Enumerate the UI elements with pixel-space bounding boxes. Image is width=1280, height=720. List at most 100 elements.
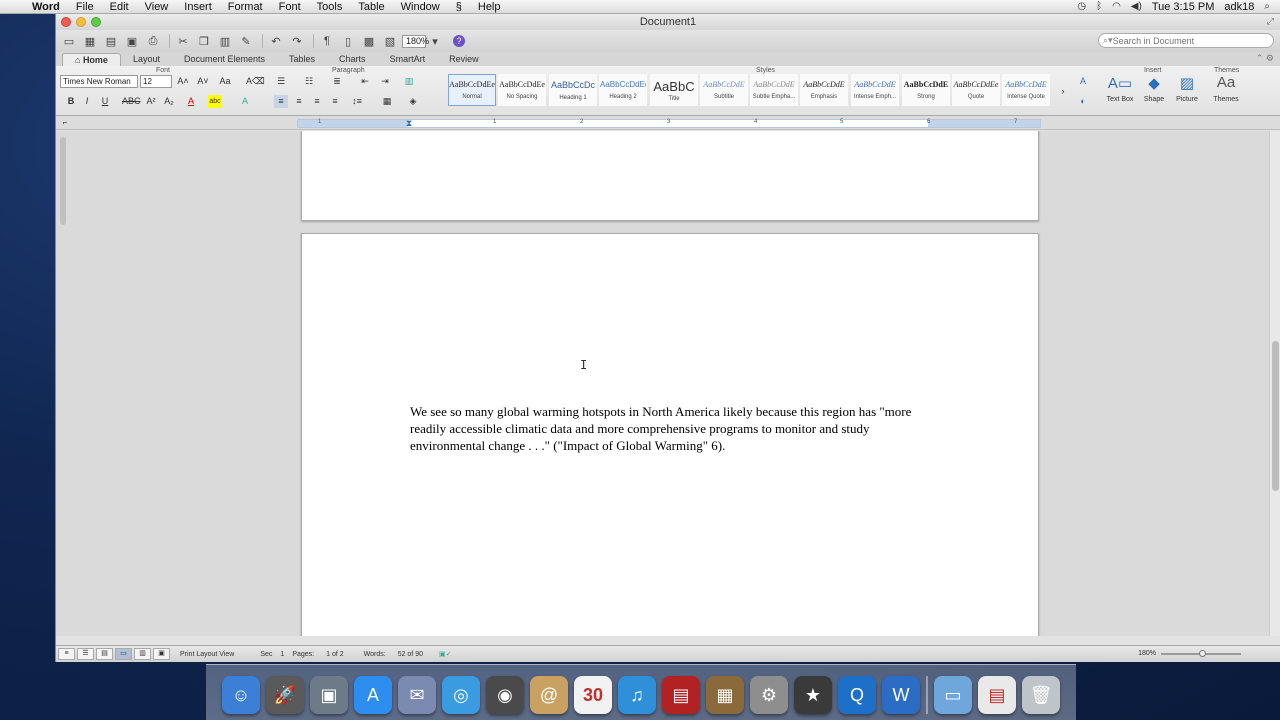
menu-window[interactable]: Window — [393, 1, 448, 13]
bullets-icon[interactable]: ☰ — [274, 75, 288, 88]
print-icon[interactable]: ⎙ — [144, 33, 162, 49]
media-browser-icon[interactable]: ▩ — [360, 33, 378, 49]
style-intense-quote[interactable]: AaBbCcDdE Intense Quote — [1002, 74, 1050, 106]
tab-layout[interactable]: Layout — [121, 53, 172, 66]
menu-view[interactable]: View — [137, 1, 177, 13]
format-painter-icon[interactable]: ✎ — [237, 33, 255, 49]
help-icon[interactable]: ? — [453, 35, 465, 47]
style-intense-emphasis[interactable]: AaBbCcDdE Intense Emph... — [851, 74, 899, 106]
align-right-icon[interactable]: ≡ — [310, 95, 324, 108]
horizontal-ruler[interactable]: 1 ⧗ 1 2 3 4 5 6 7 — [297, 117, 1041, 130]
align-left-icon[interactable]: ≡ — [274, 95, 288, 108]
template-gallery-icon[interactable]: ▦ — [81, 33, 99, 49]
vertical-scrollbar[interactable] — [1269, 131, 1280, 636]
superscript-icon[interactable]: A² — [144, 95, 158, 108]
columns-icon[interactable]: ▥ — [402, 75, 416, 88]
page-1[interactable] — [301, 131, 1039, 221]
align-center-icon[interactable]: ≡ — [292, 95, 306, 108]
tab-home[interactable]: ⌂ Home — [62, 53, 121, 66]
paste-icon[interactable]: ▥ — [216, 33, 234, 49]
fullscreen-icon[interactable]: ⤢ — [1267, 16, 1274, 27]
font-size-select[interactable]: 12 — [140, 75, 172, 88]
undo-icon[interactable]: ↶ — [267, 33, 285, 49]
strikethrough-icon[interactable]: ABC — [122, 95, 141, 108]
publishing-view-button[interactable]: ▤ — [96, 648, 113, 660]
sidebar-icon[interactable]: ▯ — [339, 33, 357, 49]
numbering-icon[interactable]: ☷ — [302, 75, 316, 88]
notebook-view-button[interactable]: ▥ — [134, 648, 151, 660]
menu-help[interactable]: Help — [470, 1, 509, 13]
themes-button[interactable]: Aa Themes — [1206, 74, 1246, 103]
tab-document-elements[interactable]: Document Elements — [172, 53, 277, 66]
preview-icon[interactable]: ▣ — [310, 676, 348, 714]
style-subtle-emphasis[interactable]: AaBbCcDdE Subtle Empha... — [750, 74, 798, 106]
page-2[interactable]: We see so many global warming hotspots i… — [301, 233, 1039, 636]
quicktime-icon[interactable]: Q — [838, 676, 876, 714]
outline-view-button[interactable]: ☰ — [77, 648, 94, 660]
tab-smartart[interactable]: SmartArt — [378, 53, 438, 66]
borders-icon[interactable]: ▦ — [380, 95, 394, 108]
style-emphasis[interactable]: AaBbCcDdE Emphasis — [800, 74, 848, 106]
tab-review[interactable]: Review — [437, 53, 491, 66]
tab-charts[interactable]: Charts — [327, 53, 378, 66]
style-strong[interactable]: AaBbCcDdE Strong — [902, 74, 950, 106]
app-menu[interactable]: Word — [26, 1, 68, 13]
picture-button[interactable]: ▨ Picture — [1167, 74, 1207, 103]
safari-icon[interactable]: ◎ — [442, 676, 480, 714]
shrink-font-icon[interactable]: A˅ — [196, 75, 210, 88]
style-no-spacing[interactable]: AaBbCcDdEe No Spacing — [498, 74, 546, 106]
toolbox-icon[interactable]: ▧ — [381, 33, 399, 49]
menu-file[interactable]: File — [68, 1, 102, 13]
show-paragraph-marks-icon[interactable]: ¶ — [318, 33, 336, 49]
spelling-check-icon[interactable]: ▣✓ — [439, 650, 451, 658]
word-icon[interactable]: W — [882, 676, 920, 714]
manage-styles-icon[interactable]: ◐ — [1076, 95, 1090, 108]
photo-booth-icon[interactable]: ▤ — [662, 676, 700, 714]
bold-icon[interactable]: B — [64, 95, 78, 108]
menu-table[interactable]: Table — [350, 1, 392, 13]
system-preferences-icon[interactable]: ⚙ — [750, 676, 788, 714]
print-layout-view-button[interactable]: ▭ — [115, 648, 132, 660]
shading-icon[interactable]: ◈ — [406, 95, 420, 108]
copy-icon[interactable]: ❐ — [195, 33, 213, 49]
justify-icon[interactable]: ≡ — [328, 95, 342, 108]
iphoto-icon[interactable]: ▦ — [706, 676, 744, 714]
chevron-down-icon[interactable]: ▾ — [426, 33, 444, 49]
bluetooth-icon[interactable]: ᛒ — [1096, 1, 1102, 12]
tab-tables[interactable]: Tables — [277, 53, 327, 66]
search-input[interactable] — [1112, 35, 1263, 46]
styles-pane-icon[interactable]: A — [1076, 75, 1090, 88]
redo-icon[interactable]: ↷ — [288, 33, 306, 49]
subscript-icon[interactable]: A₂ — [162, 95, 176, 108]
indent-marker-icon[interactable]: ⧗ — [402, 117, 416, 130]
highlight-icon[interactable]: abc — [208, 95, 222, 108]
draft-view-button[interactable]: ≡ — [58, 648, 75, 660]
style-subtitle[interactable]: AaBbCcDdE Subtitle — [700, 74, 748, 106]
new-document-icon[interactable]: ▭ — [60, 33, 78, 49]
app-store-icon[interactable]: A — [354, 676, 392, 714]
decrease-indent-icon[interactable]: ⇤ — [358, 75, 372, 88]
zoom-slider[interactable] — [1161, 650, 1241, 657]
menubar-clock[interactable]: Tue 3:15 PM — [1152, 1, 1215, 13]
menu-edit[interactable]: Edit — [102, 1, 137, 13]
style-normal[interactable]: AaBbCcDdEe Normal — [448, 74, 496, 106]
contacts-icon[interactable]: @ — [530, 676, 568, 714]
change-case-icon[interactable]: Aa — [218, 75, 232, 88]
zoom-select[interactable]: 180% — [402, 34, 429, 48]
launchpad-icon[interactable]: 🚀 — [266, 676, 304, 714]
mail-icon[interactable]: ✉ — [398, 676, 436, 714]
facetime-icon[interactable]: ◉ — [486, 676, 524, 714]
line-spacing-icon[interactable]: ↕≡ — [350, 95, 364, 108]
menu-insert[interactable]: Insert — [176, 1, 220, 13]
volume-icon[interactable]: ◀) — [1131, 1, 1142, 12]
save-icon[interactable]: ▣ — [123, 33, 141, 49]
spotlight-icon[interactable]: ⌕ — [1264, 1, 1270, 12]
time-machine-icon[interactable]: ◷ — [1077, 1, 1086, 12]
script-menu-icon[interactable]: § — [448, 1, 470, 13]
menu-tools[interactable]: Tools — [309, 1, 351, 13]
grow-font-icon[interactable]: A˄ — [176, 75, 190, 88]
imovie-icon[interactable]: ★ — [794, 676, 832, 714]
style-heading-2[interactable]: AaBbCcDdEe Heading 2 — [599, 74, 647, 106]
search-box[interactable]: ⌕▾ — [1098, 33, 1274, 48]
tab-selector-icon[interactable]: ⌐ — [58, 116, 72, 129]
